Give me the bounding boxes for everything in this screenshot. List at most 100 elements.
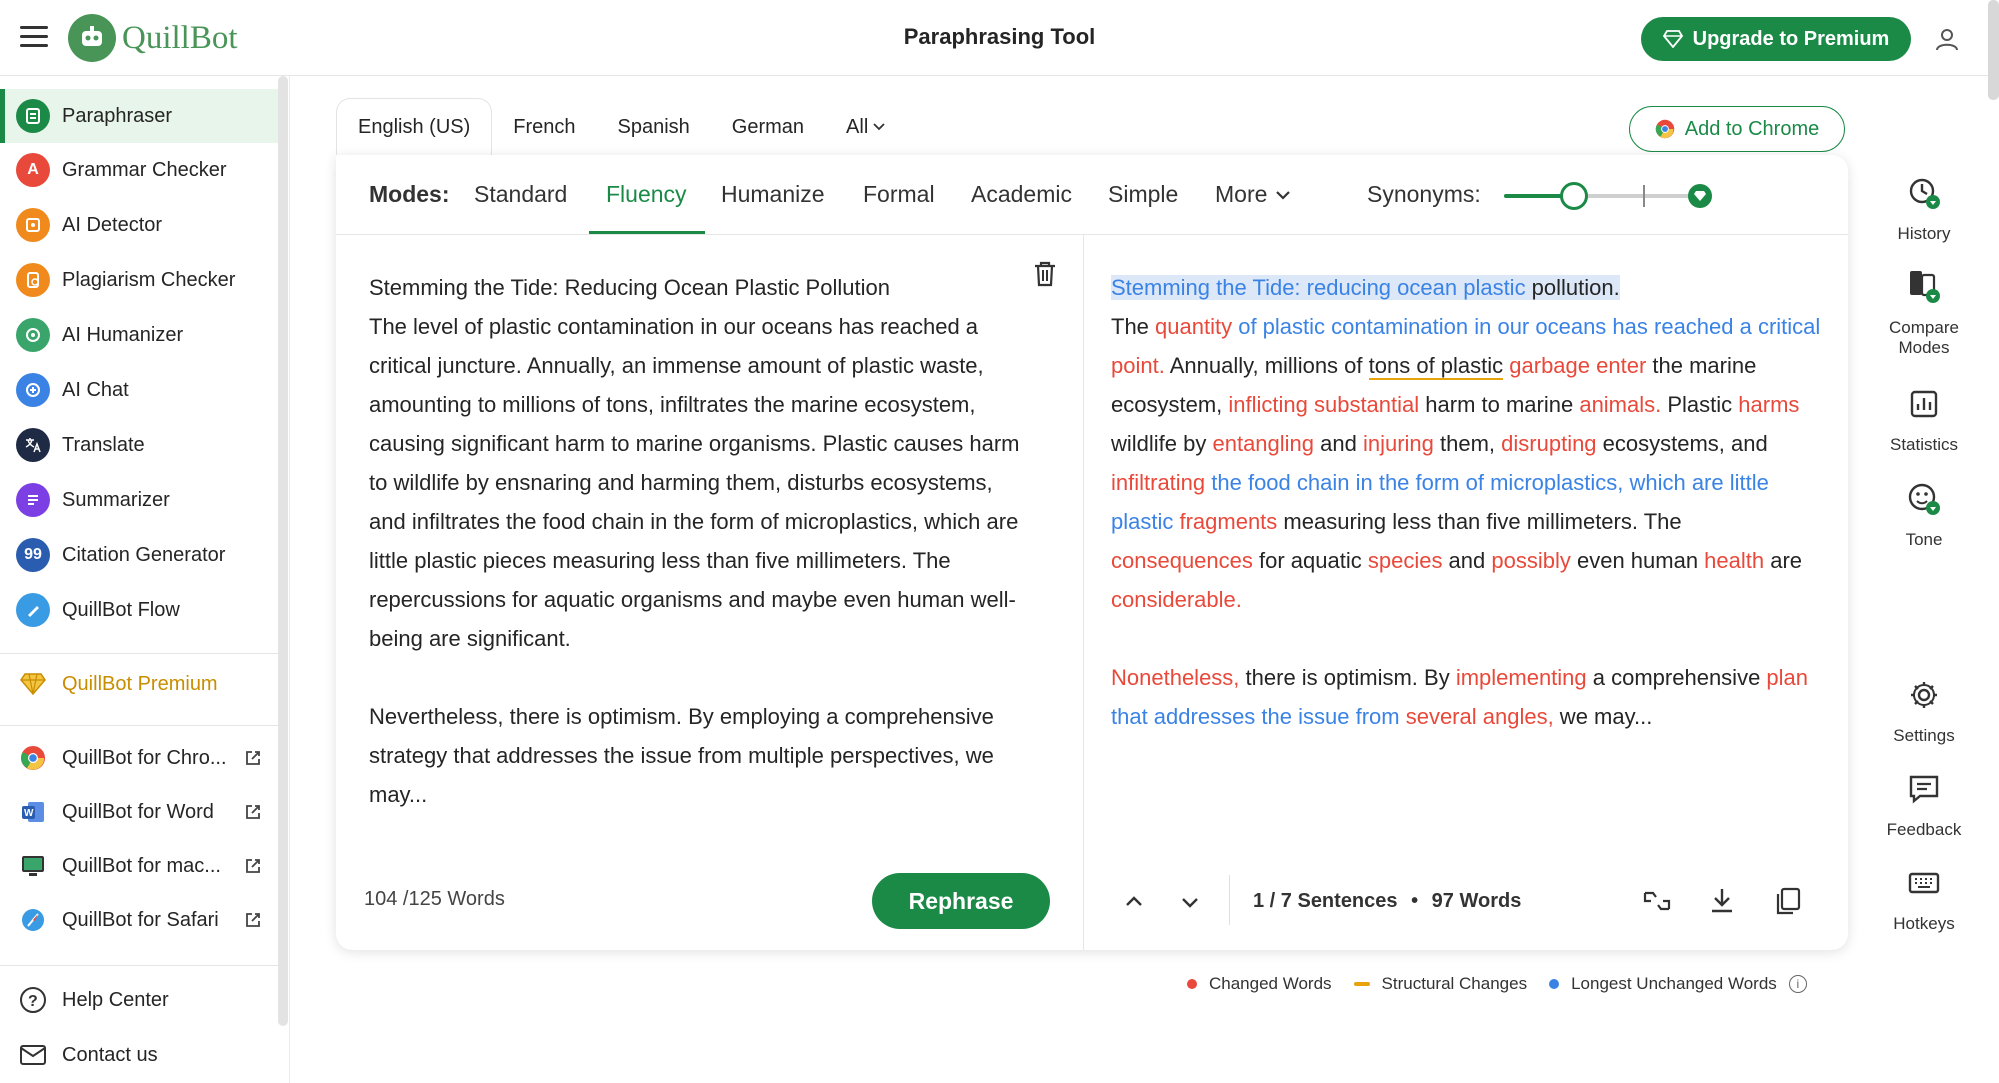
output-segment[interactable]: Annually, millions of <box>1165 353 1369 378</box>
gear-icon <box>1911 682 1937 708</box>
output-segment[interactable]: consequences <box>1111 548 1253 573</box>
robot-icon <box>68 14 116 62</box>
sidebar-item-grammar-checker[interactable]: A Grammar Checker <box>0 143 278 197</box>
synonyms-slider-handle[interactable] <box>1560 182 1588 210</box>
mode-formal[interactable]: Formal <box>863 181 935 208</box>
quillbot-logo[interactable]: QuillBot <box>68 14 238 62</box>
output-segment[interactable]: wildlife by <box>1111 431 1212 456</box>
sidebar-item-mac-extension[interactable]: QuillBot for mac... <box>0 839 278 893</box>
sidebar-item-word-extension[interactable]: W QuillBot for Word <box>0 785 278 839</box>
output-segment[interactable]: considerable. <box>1111 587 1242 612</box>
next-sentence-icon[interactable] <box>1178 890 1202 914</box>
sidebar-item-plagiarism-checker[interactable]: Plagiarism Checker <box>0 253 278 307</box>
output-segment[interactable]: inflicting substantial <box>1228 392 1419 417</box>
output-segment[interactable]: are <box>1764 548 1802 573</box>
mode-academic[interactable]: Academic <box>971 181 1072 208</box>
rail-tone[interactable]: Tone <box>1860 479 1988 550</box>
tab-all-languages[interactable]: All <box>825 98 907 156</box>
rail-statistics[interactable]: Statistics <box>1860 384 1988 455</box>
output-segment[interactable]: Plastic <box>1661 392 1738 417</box>
output-segment[interactable]: pollution. <box>1525 275 1620 300</box>
output-segment[interactable]: them, <box>1434 431 1501 456</box>
sidebar-item-help-center[interactable]: ? Help Center <box>0 973 278 1027</box>
synonyms-slider-track[interactable] <box>1504 194 1704 198</box>
output-segment[interactable]: point. <box>1111 353 1165 378</box>
output-segment[interactable]: tons of plastic <box>1368 353 1504 380</box>
upgrade-button[interactable]: Upgrade to Premium <box>1641 17 1911 61</box>
mode-simple[interactable]: Simple <box>1108 181 1178 208</box>
output-segment[interactable]: harm to marine <box>1419 392 1579 417</box>
output-segment[interactable]: plan <box>1766 665 1808 690</box>
account-icon[interactable] <box>1928 20 1966 58</box>
output-segment[interactable]: injuring <box>1363 431 1434 456</box>
mode-standard[interactable]: Standard <box>474 181 567 208</box>
paraphrase-again-icon[interactable] <box>1641 885 1673 917</box>
output-segment[interactable]: health <box>1704 548 1764 573</box>
trash-icon[interactable] <box>1032 260 1058 288</box>
rail-history[interactable]: History <box>1860 173 1988 244</box>
sidebar-item-quillbot-flow[interactable]: QuillBot Flow <box>0 583 278 637</box>
sidebar-item-translate[interactable]: Translate <box>0 418 278 472</box>
add-to-chrome-button[interactable]: Add to Chrome <box>1629 106 1845 152</box>
output-segment[interactable]: fragments <box>1173 509 1277 534</box>
info-icon[interactable]: i <box>1788 975 1807 993</box>
sidebar-item-citation-generator[interactable]: 99 Citation Generator <box>0 528 278 582</box>
sidebar-item-paraphraser[interactable]: Paraphraser <box>0 89 278 143</box>
previous-sentence-icon[interactable] <box>1122 890 1146 914</box>
sidebar-item-premium[interactable]: QuillBot Premium <box>0 657 278 711</box>
output-segment[interactable]: quantity <box>1155 314 1232 339</box>
output-segment[interactable]: a comprehensive <box>1587 665 1767 690</box>
output-segment[interactable]: that addresses the issue from <box>1111 704 1400 729</box>
sidebar-item-safari-extension[interactable]: QuillBot for Safari <box>0 893 278 947</box>
output-segment[interactable]: Stemming the Tide: reducing ocean plasti… <box>1111 275 1526 300</box>
tab-english-us[interactable]: English (US) <box>336 98 493 156</box>
rail-feedback[interactable]: Feedback <box>1860 769 1988 840</box>
output-segment[interactable]: harms <box>1738 392 1799 417</box>
download-icon[interactable] <box>1706 885 1738 917</box>
sidebar-item-label: QuillBot Flow <box>62 598 180 621</box>
output-segment[interactable]: The <box>1111 314 1155 339</box>
output-segment[interactable]: several angles, <box>1400 704 1554 729</box>
output-segment[interactable]: disrupting <box>1501 431 1596 456</box>
output-segment[interactable]: for aquatic <box>1253 548 1368 573</box>
output-segment[interactable]: even human <box>1571 548 1704 573</box>
sidebar-scrollbar[interactable] <box>278 76 288 1026</box>
rephrase-button[interactable]: Rephrase <box>872 873 1050 929</box>
tab-spanish[interactable]: Spanish <box>597 98 711 156</box>
rail-compare-modes[interactable]: Compare Modes <box>1860 267 1988 358</box>
rail-hotkeys[interactable]: Hotkeys <box>1860 863 1988 934</box>
mode-humanize[interactable]: Humanize <box>721 181 825 208</box>
output-segment[interactable]: we may... <box>1554 704 1653 729</box>
sidebar-item-ai-detector[interactable]: AI Detector <box>0 198 278 252</box>
output-segment[interactable]: and <box>1314 431 1363 456</box>
rail-settings[interactable]: Settings <box>1860 675 1988 746</box>
output-segment[interactable]: entangling <box>1212 431 1314 456</box>
mode-fluency[interactable]: Fluency <box>606 181 687 208</box>
output-segment[interactable]: infiltrating <box>1111 470 1205 495</box>
copy-icon[interactable] <box>1772 885 1804 917</box>
output-segment[interactable]: and <box>1442 548 1491 573</box>
output-segment[interactable]: ecosystems, and <box>1597 431 1768 456</box>
output-segment[interactable]: Nonetheless, <box>1111 665 1239 690</box>
output-segment[interactable]: animals. <box>1579 392 1661 417</box>
page-scrollbar[interactable] <box>1988 0 1999 100</box>
output-segment[interactable]: there is optimism. By <box>1239 665 1455 690</box>
translate-icon <box>16 428 50 462</box>
sidebar-item-ai-humanizer[interactable]: AI Humanizer <box>0 308 278 362</box>
output-text-area[interactable]: Stemming the Tide: reducing ocean plasti… <box>1111 268 1821 736</box>
output-segment[interactable]: of plastic contamination in our oceans h… <box>1232 314 1820 339</box>
output-segment[interactable]: implementing <box>1456 665 1587 690</box>
tab-french[interactable]: French <box>492 98 596 156</box>
output-segment[interactable]: garbage enter <box>1503 353 1646 378</box>
output-segment[interactable]: possibly <box>1491 548 1570 573</box>
tab-german[interactable]: German <box>711 98 825 156</box>
input-text-area[interactable]: Stemming the Tide: Reducing Ocean Plasti… <box>369 268 1029 814</box>
sidebar-item-summarizer[interactable]: Summarizer <box>0 473 278 527</box>
menu-icon[interactable] <box>20 26 48 50</box>
output-segment[interactable]: measuring less than five millimeters. Th… <box>1277 509 1681 534</box>
sidebar-item-ai-chat[interactable]: AI Chat <box>0 363 278 417</box>
mode-more[interactable]: More <box>1215 181 1291 208</box>
sidebar-item-chrome-extension[interactable]: QuillBot for Chro... <box>0 731 278 785</box>
sidebar-item-contact-us[interactable]: Contact us <box>0 1028 278 1082</box>
output-segment[interactable]: species <box>1368 548 1443 573</box>
